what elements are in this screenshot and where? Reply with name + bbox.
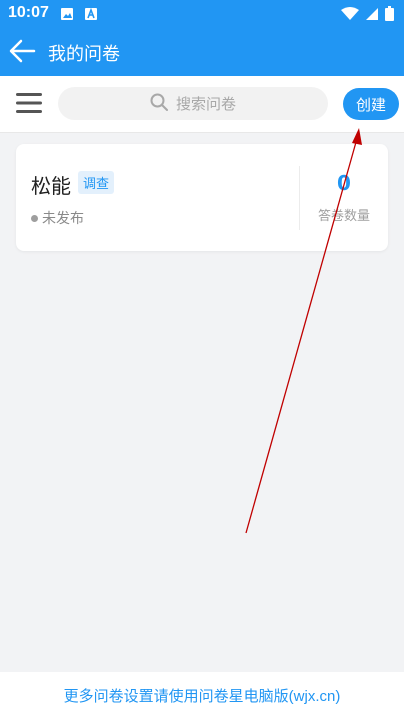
status-left-icons bbox=[60, 6, 98, 25]
pc-version-link[interactable]: 更多问卷设置请使用问卷星电脑版(wjx.cn) bbox=[64, 685, 341, 706]
survey-card[interactable]: 松能 调查 未发布 0 答卷数量 bbox=[16, 144, 388, 251]
create-button[interactable]: 创建 bbox=[343, 88, 399, 120]
status-right-icons bbox=[341, 6, 394, 25]
status-bar: 10:07 bbox=[0, 0, 404, 26]
answer-count: 0 bbox=[337, 171, 351, 195]
footer: 更多问卷设置请使用问卷星电脑版(wjx.cn) bbox=[0, 672, 404, 718]
font-icon bbox=[84, 6, 98, 25]
survey-status: 未发布 bbox=[42, 211, 84, 227]
survey-type-badge: 调查 bbox=[78, 171, 115, 194]
survey-title: 松能 bbox=[31, 174, 71, 198]
status-dot-icon bbox=[31, 215, 38, 222]
signal-icon bbox=[365, 6, 379, 25]
search-icon bbox=[150, 93, 168, 115]
status-time: 10:07 bbox=[8, 4, 49, 21]
search-placeholder: 搜索问卷 bbox=[175, 95, 236, 113]
search-input[interactable]: 搜索问卷 bbox=[58, 87, 328, 120]
app-bar: 我的问卷 bbox=[0, 26, 404, 76]
answer-count-label: 答卷数量 bbox=[317, 209, 370, 224]
back-arrow-icon[interactable] bbox=[8, 38, 38, 64]
page-title: 我的问卷 bbox=[48, 44, 120, 64]
image-icon bbox=[60, 6, 74, 25]
wifi-icon bbox=[341, 6, 359, 25]
menu-icon[interactable] bbox=[16, 92, 42, 114]
battery-icon bbox=[385, 6, 394, 25]
